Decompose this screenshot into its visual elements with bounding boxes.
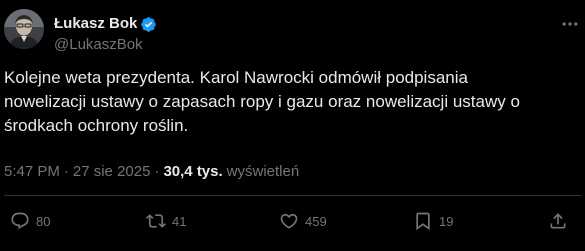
divider	[4, 195, 581, 196]
tweet-card: Łukasz Bok @LukaszBok Kolejne weta prezy…	[0, 0, 585, 251]
bookmark-button[interactable]: 19	[413, 207, 453, 235]
tweet-text: Kolejne weta prezydenta. Karol Nawrocki …	[4, 68, 520, 135]
like-button[interactable]: 459	[279, 207, 327, 235]
verified-badge-icon	[141, 16, 157, 32]
view-label: wyświetleń	[226, 162, 300, 180]
tweet-actions: 80 41 459 19	[0, 207, 585, 235]
share-button[interactable]	[548, 207, 568, 235]
meta-separator: ·	[63, 162, 69, 180]
reply-icon	[11, 212, 29, 230]
like-count: 459	[305, 213, 327, 229]
heart-icon	[280, 213, 298, 229]
bookmark-count: 19	[439, 213, 454, 229]
avatar[interactable]	[4, 9, 44, 49]
meta-separator: ·	[154, 162, 160, 180]
author-display-name[interactable]: Łukasz Bok	[54, 14, 137, 34]
share-icon	[550, 213, 566, 229]
tweet-date[interactable]: 27 sie 2025	[73, 163, 151, 180]
repost-count: 41	[172, 213, 187, 229]
author-name-row[interactable]: Łukasz Bok	[54, 14, 157, 34]
bookmark-icon	[416, 212, 430, 231]
reply-count: 80	[36, 213, 51, 229]
avatar-photo	[4, 9, 44, 49]
view-count[interactable]: 30,4 tys.	[163, 163, 222, 180]
repost-icon	[146, 214, 166, 228]
more-options-icon[interactable]	[560, 14, 580, 34]
author-handle[interactable]: @LukaszBok	[54, 36, 143, 54]
repost-button[interactable]: 41	[146, 207, 186, 235]
tweet-meta: 5:47 PM · 27 sie 2025 · 30,4 tys. wyświe…	[4, 161, 299, 181]
reply-button[interactable]: 80	[10, 207, 50, 235]
tweet-time[interactable]: 5:47 PM	[4, 163, 60, 180]
